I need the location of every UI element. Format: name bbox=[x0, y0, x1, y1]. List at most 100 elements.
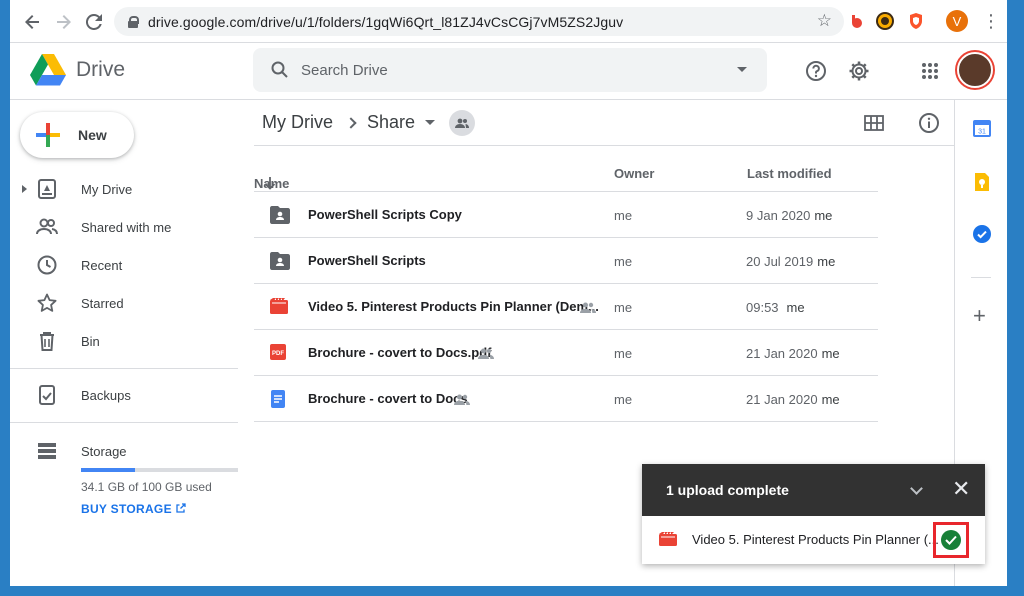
breadcrumb-current-folder[interactable]: Share bbox=[367, 112, 415, 133]
trash-icon bbox=[36, 330, 58, 352]
more-menu-icon[interactable]: ⋮ bbox=[982, 10, 1000, 32]
search-box[interactable]: Search Drive bbox=[253, 48, 767, 92]
table-row[interactable]: Video 5. Pinterest Products Pin Planner … bbox=[254, 284, 878, 330]
table-row[interactable]: PDF Brochure - covert to Docs.pdf me 21 … bbox=[254, 330, 878, 376]
table-row[interactable]: PowerShell Scripts me 20 Jul 2019 me bbox=[254, 238, 878, 284]
settings-gear-icon[interactable] bbox=[847, 59, 871, 83]
file-owner: me bbox=[614, 254, 633, 269]
file-modified: 21 Jan 2020 me bbox=[746, 392, 840, 407]
sidebar-item-backups[interactable]: Backups bbox=[10, 378, 238, 412]
extension-badge-icon[interactable] bbox=[876, 12, 894, 30]
side-panel-divider bbox=[971, 277, 991, 278]
file-name: PowerShell Scripts Copy bbox=[308, 207, 462, 222]
tasks-icon[interactable] bbox=[972, 224, 992, 244]
sidebar-item-shared-with-me[interactable]: Shared with me bbox=[10, 210, 238, 244]
sort-down-arrow-icon[interactable] bbox=[264, 176, 276, 193]
modified-date: 21 Jan 2020 bbox=[746, 346, 818, 361]
sidebar-item-starred[interactable]: Starred bbox=[10, 286, 238, 320]
modified-by: me bbox=[821, 346, 840, 361]
lock-icon bbox=[128, 15, 139, 28]
upload-item[interactable]: Video 5. Pinterest Products Pin Planner … bbox=[642, 516, 985, 564]
storage-icon bbox=[36, 440, 58, 462]
file-modified: 20 Jul 2019 me bbox=[746, 254, 835, 269]
info-icon[interactable] bbox=[918, 112, 940, 134]
forward-arrow-icon[interactable] bbox=[52, 10, 76, 34]
file-modified: 09:53 me bbox=[746, 300, 805, 315]
sidebar-item-my-drive[interactable]: My Drive bbox=[10, 172, 238, 206]
calendar-icon[interactable]: 31 bbox=[972, 118, 992, 138]
upload-toast-header: 1 upload complete ✕ bbox=[642, 464, 985, 516]
drive-logo-icon bbox=[30, 54, 66, 86]
drive-logo[interactable]: Drive bbox=[30, 54, 125, 86]
svg-text:31: 31 bbox=[978, 129, 986, 136]
video-file-icon bbox=[659, 532, 677, 548]
sidebar-divider bbox=[10, 368, 238, 369]
storage-usage-fill bbox=[81, 468, 135, 472]
file-modified: 9 Jan 2020 me bbox=[746, 208, 832, 223]
backup-icon bbox=[36, 384, 58, 406]
folder-menu-caret-icon[interactable] bbox=[425, 120, 436, 125]
my-drive-icon bbox=[36, 178, 58, 200]
drive-header: Drive Search Drive bbox=[10, 44, 1007, 100]
check-circle-icon[interactable] bbox=[941, 530, 961, 550]
add-addon-plus-icon[interactable]: + bbox=[973, 305, 986, 327]
profile-avatar[interactable]: V bbox=[946, 10, 968, 32]
breadcrumb-my-drive[interactable]: My Drive bbox=[262, 112, 333, 133]
file-owner: me bbox=[614, 208, 633, 223]
expand-arrow-icon[interactable] bbox=[22, 185, 27, 193]
sidebar-item-label: Starred bbox=[81, 295, 124, 311]
pdf-file-icon: PDF bbox=[270, 344, 288, 362]
modified-date: 21 Jan 2020 bbox=[746, 392, 818, 407]
collapse-chevron-icon[interactable] bbox=[910, 482, 923, 495]
back-arrow-icon[interactable] bbox=[20, 10, 44, 34]
sidebar-item-storage[interactable]: Storage bbox=[10, 434, 238, 468]
column-header-owner[interactable]: Owner bbox=[614, 166, 654, 181]
shared-folder-icon bbox=[270, 252, 290, 270]
table-row[interactable]: Brochure - covert to Docs me 21 Jan 2020… bbox=[254, 376, 878, 422]
shared-people-icon bbox=[454, 392, 470, 405]
file-name: Brochure - covert to Docs bbox=[308, 391, 468, 406]
account-avatar[interactable] bbox=[957, 52, 993, 88]
sidebar-item-recent[interactable]: Recent bbox=[10, 248, 238, 282]
extension-red-icon[interactable] bbox=[847, 12, 865, 30]
file-modified: 21 Jan 2020 me bbox=[746, 346, 840, 361]
bookmark-star-icon[interactable]: ☆ bbox=[817, 11, 832, 31]
url-text: drive.google.com/drive/u/1/folders/1gqWi… bbox=[148, 13, 624, 30]
file-owner: me bbox=[614, 300, 633, 315]
search-options-icon[interactable] bbox=[737, 67, 747, 72]
shared-folder-people-icon[interactable] bbox=[449, 109, 476, 136]
desktop-border-right bbox=[1007, 0, 1024, 596]
people-icon bbox=[36, 216, 58, 238]
address-bar[interactable]: drive.google.com/drive/u/1/folders/1gqWi… bbox=[114, 7, 844, 36]
apps-grid-icon[interactable] bbox=[918, 59, 942, 83]
reload-icon[interactable] bbox=[82, 10, 106, 34]
file-name: Brochure - covert to Docs.pdf bbox=[308, 345, 492, 360]
grid-view-icon[interactable] bbox=[863, 112, 885, 134]
desktop-border-left bbox=[0, 0, 10, 596]
table-row[interactable]: PowerShell Scripts Copy me 9 Jan 2020 me bbox=[254, 192, 878, 238]
new-button[interactable]: New bbox=[20, 112, 134, 158]
sidebar-item-label: Storage bbox=[81, 443, 127, 459]
buy-storage-link[interactable]: BUY STORAGE bbox=[81, 502, 186, 516]
google-doc-icon bbox=[270, 390, 288, 408]
star-icon bbox=[36, 292, 58, 314]
keep-notes-icon[interactable] bbox=[972, 172, 992, 192]
chevron-right-icon bbox=[345, 116, 357, 129]
sidebar-item-bin[interactable]: Bin bbox=[10, 324, 238, 358]
column-header-last-modified[interactable]: Last modified bbox=[747, 166, 832, 181]
search-icon[interactable] bbox=[271, 61, 289, 79]
clock-icon bbox=[36, 254, 58, 276]
sidebar-item-label: Backups bbox=[81, 387, 131, 403]
close-icon[interactable]: ✕ bbox=[952, 477, 970, 501]
file-name: PowerShell Scripts bbox=[308, 253, 426, 268]
modified-by: me bbox=[814, 208, 833, 223]
drive-logo-text: Drive bbox=[76, 58, 126, 81]
external-link-icon bbox=[175, 502, 186, 516]
storage-used-text: 34.1 GB of 100 GB used bbox=[81, 480, 212, 494]
help-icon[interactable] bbox=[804, 59, 828, 83]
browser-toolbar: drive.google.com/drive/u/1/folders/1gqWi… bbox=[10, 0, 1007, 43]
video-file-icon bbox=[270, 298, 288, 316]
file-name: Video 5. Pinterest Products Pin Planner … bbox=[308, 299, 599, 314]
brave-shield-icon[interactable] bbox=[907, 12, 925, 30]
breadcrumb: My Drive Share bbox=[254, 100, 954, 146]
